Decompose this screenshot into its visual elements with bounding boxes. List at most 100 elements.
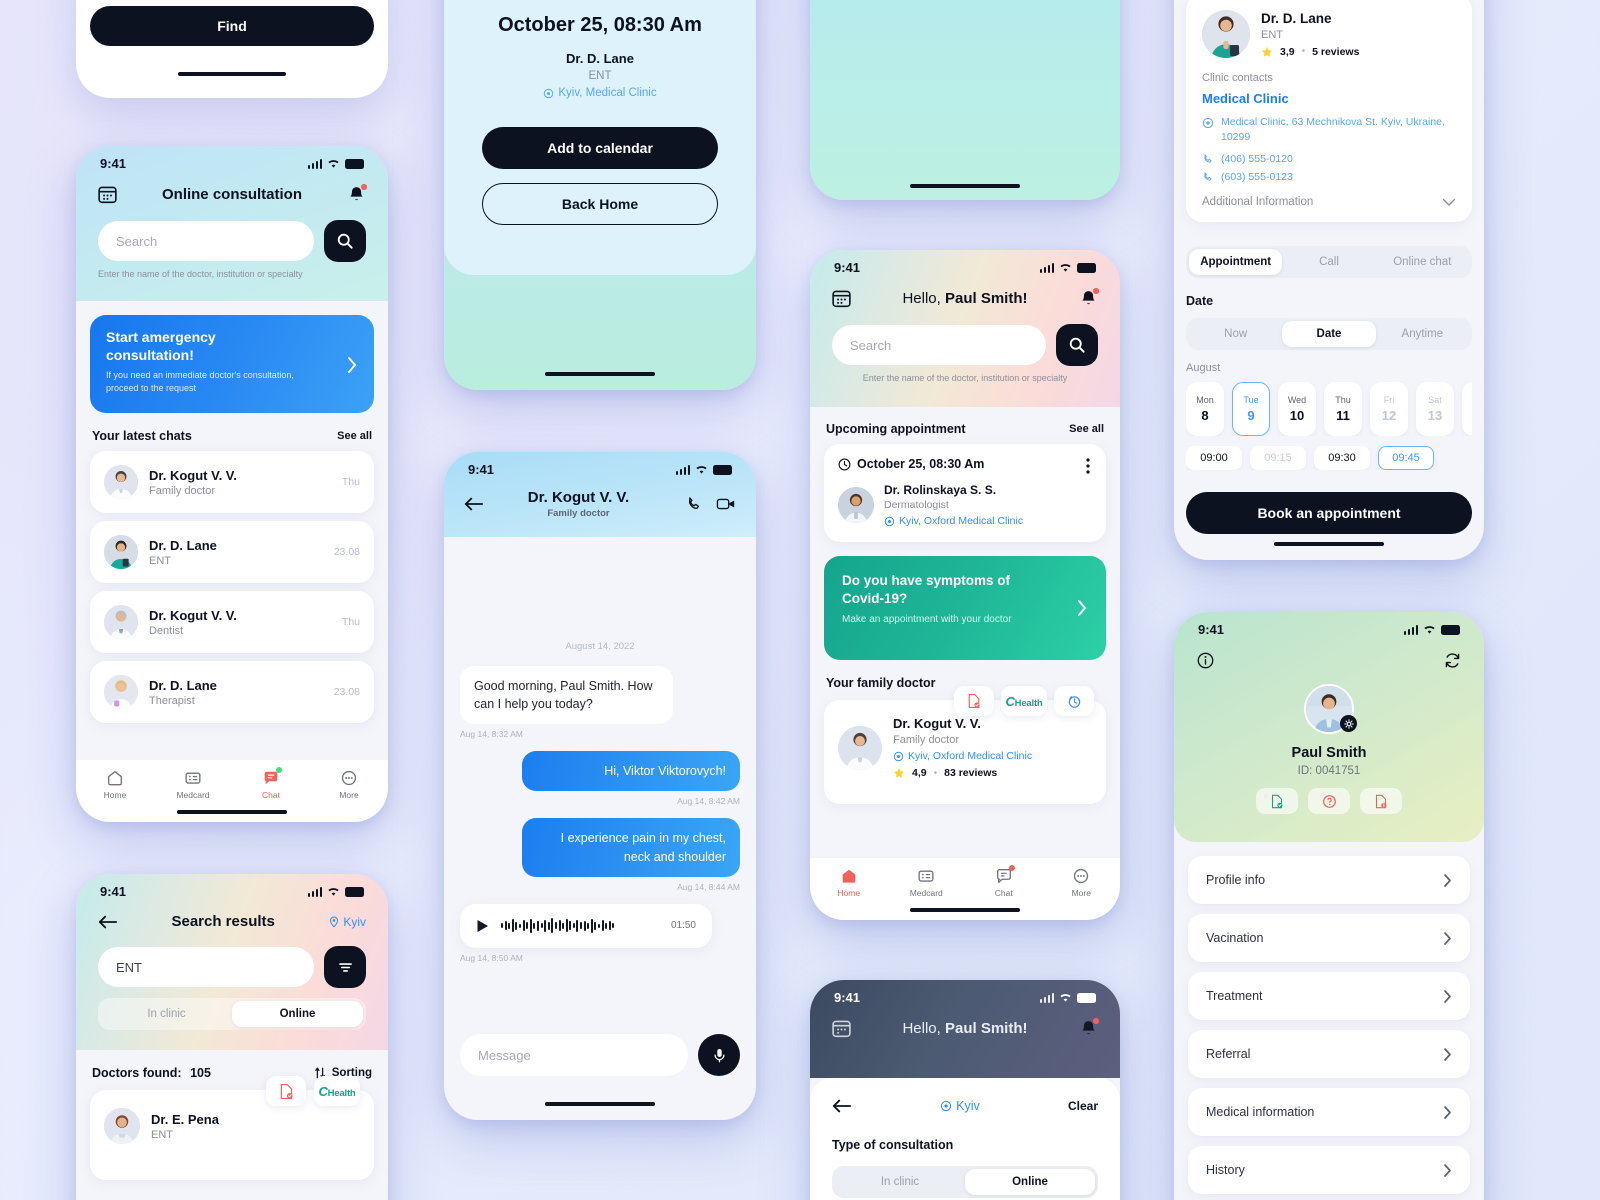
more-icon (341, 770, 357, 786)
notification-bell[interactable] (347, 184, 367, 204)
tab-chat[interactable]: Chat (232, 767, 310, 800)
online-consultation-header: 9:41 Online consultation Search Enter th… (76, 146, 388, 301)
quick-action-question[interactable] (1308, 788, 1350, 814)
city-selector[interactable]: Kyiv (328, 915, 366, 929)
notification-dot (1093, 288, 1099, 294)
day-card[interactable]: Fri 12 (1370, 382, 1408, 436)
quick-action-document-alert[interactable] (1360, 788, 1402, 814)
home-indicator (910, 907, 1020, 912)
info-icon[interactable] (1196, 651, 1215, 670)
time-slot[interactable]: 09:30 (1314, 446, 1370, 470)
booking-tab-1[interactable]: Call (1282, 249, 1375, 275)
doctor-result-card[interactable]: CHealth Dr. E. Pena ENT (90, 1076, 374, 1180)
segment-option-0[interactable]: In clinic (101, 1001, 232, 1027)
profile-menu-item[interactable]: History (1188, 1146, 1470, 1194)
chat-message-audio: 01:50 Aug 14, 8:50 AM (460, 903, 740, 963)
clinic-name[interactable]: Medical Clinic (1202, 91, 1456, 106)
profile-menu-item[interactable]: Referral (1188, 1030, 1470, 1078)
search-button[interactable] (1056, 324, 1098, 366)
profile-menu-item[interactable]: Treatment (1188, 972, 1470, 1020)
tab-home[interactable]: Home (76, 769, 154, 800)
avatar (104, 675, 138, 709)
booking-tab-0[interactable]: Appointment (1189, 249, 1283, 275)
search-button[interactable] (324, 220, 366, 262)
appointment-doctor: Dr. Rolinskaya S. S. (884, 483, 997, 497)
day-card[interactable]: Mon 8 (1186, 382, 1224, 436)
profile-menu-item[interactable]: Profile info (1188, 856, 1470, 904)
time-slot[interactable]: 09:15 (1250, 446, 1306, 470)
additional-information-accordion[interactable]: Additional Information (1202, 196, 1456, 208)
city-selector[interactable]: Kyiv (940, 1099, 980, 1113)
date-mode-2[interactable]: Anytime (1376, 321, 1469, 347)
back-arrow-icon[interactable] (98, 914, 118, 930)
segment-option-1[interactable]: Online (965, 1169, 1095, 1195)
tab-medcard[interactable]: Medcard (888, 867, 966, 898)
notification-bell[interactable] (1079, 288, 1099, 308)
tab-more[interactable]: More (1043, 867, 1121, 898)
chat-list-item[interactable]: Dr. D. Lane Therapist 23.08 (90, 661, 374, 723)
play-icon[interactable] (476, 919, 489, 933)
day-card[interactable]: Thu 11 (1324, 382, 1362, 436)
doctor-clinic[interactable]: Kyiv, Oxford Medical Clinic (893, 750, 1032, 762)
badge-prescription (266, 1076, 306, 1106)
more-vertical-icon[interactable] (1086, 458, 1090, 474)
day-card[interactable]: Sun14 (1462, 382, 1472, 436)
chats-see-all[interactable]: See all (337, 430, 372, 442)
time-slot[interactable]: 09:00 (1186, 446, 1242, 470)
find-button[interactable]: Find (90, 6, 374, 46)
chat-list-item[interactable]: Dr. Kogut V. V. Family doctor Thu (90, 451, 374, 513)
back-arrow-icon[interactable] (464, 496, 484, 512)
message-input[interactable]: Message (460, 1034, 688, 1076)
profile-menu-item[interactable]: Vacination (1188, 914, 1470, 962)
calendar-icon[interactable] (832, 1019, 851, 1038)
search-input[interactable]: Search (832, 325, 1046, 365)
filter-button[interactable] (324, 946, 366, 988)
tab-chat[interactable]: Chat (965, 865, 1043, 898)
day-card[interactable]: Sat 13 (1416, 382, 1454, 436)
tab-medcard[interactable]: Medcard (154, 769, 232, 800)
segment-option-1[interactable]: Online (232, 1001, 363, 1027)
voice-record-button[interactable] (698, 1034, 740, 1076)
upcoming-see-all[interactable]: See all (1069, 423, 1104, 435)
appointment-clinic[interactable]: Kyiv, Oxford Medical Clinic (884, 515, 1023, 527)
upcoming-appointment-card[interactable]: October 25, 08:30 Am Dr. Rolinskaya S. S… (824, 444, 1106, 542)
tab-home[interactable]: Home (810, 867, 888, 898)
settings-badge[interactable] (1340, 715, 1357, 732)
clinic-address-row[interactable]: Medical Clinic, 63 Mechnikova St. Kyiv, … (1202, 115, 1456, 145)
search-input[interactable]: ENT (98, 947, 314, 987)
quick-action-document-ok[interactable] (1256, 788, 1298, 814)
audio-message[interactable]: 01:50 (460, 903, 712, 948)
clinic-phone-2[interactable]: (603) 555-0123 (1202, 171, 1456, 183)
calendar-icon[interactable] (98, 185, 117, 204)
notification-bell[interactable] (1079, 1018, 1099, 1038)
booking-tab-2[interactable]: Online chat (1376, 249, 1469, 275)
day-card[interactable]: Tue 9 (1232, 382, 1270, 436)
chat-list-item[interactable]: Dr. Kogut V. V. Dentist Thu (90, 591, 374, 653)
clear-button[interactable]: Clear (1068, 1099, 1098, 1113)
time-slot[interactable]: 09:45 (1378, 446, 1434, 470)
family-doctor-card[interactable]: CHealth Dr. Kogut V. V. Family doctor Ky… (824, 686, 1106, 804)
back-arrow-icon[interactable] (832, 1098, 852, 1114)
clinic-phone-1[interactable]: (406) 555-0120 (1202, 153, 1456, 165)
day-strip[interactable]: Mon8Tue9Wed10Thu11Fri12Sat13Sun14Mo15 (1186, 382, 1472, 436)
profile-menu-item[interactable]: Medical information (1188, 1088, 1470, 1136)
phone-call-icon[interactable] (685, 495, 703, 513)
add-to-calendar-button[interactable]: Add to calendar (482, 127, 718, 169)
chat-list-item[interactable]: Dr. D. Lane ENT 23.08 (90, 521, 374, 583)
date-mode-0[interactable]: Now (1189, 321, 1282, 347)
search-input[interactable]: Search (98, 221, 314, 261)
book-appointment-button[interactable]: Book an appointment (1186, 492, 1472, 534)
video-call-icon[interactable] (716, 495, 736, 513)
confirmation-location[interactable]: Kyiv, Medical Clinic (444, 87, 756, 99)
tab-more[interactable]: More (310, 769, 388, 800)
message-bubble: Hi, Viktor Viktorovych! (521, 751, 740, 792)
back-home-button[interactable]: Back Home (482, 183, 718, 225)
emergency-promo-card[interactable]: Start amergency consultation! If you nee… (90, 315, 374, 413)
refresh-icon[interactable] (1443, 651, 1462, 670)
segment-option-0[interactable]: In clinic (835, 1169, 965, 1195)
date-mode-1[interactable]: Date (1282, 321, 1376, 347)
calendar-icon[interactable] (832, 289, 851, 308)
day-card[interactable]: Wed 10 (1278, 382, 1316, 436)
covid-promo-card[interactable]: Do you have symptoms of Covid-19? Make a… (824, 556, 1106, 660)
time-strip[interactable]: 09:00 09:15 09:30 09:45 (1186, 446, 1472, 470)
